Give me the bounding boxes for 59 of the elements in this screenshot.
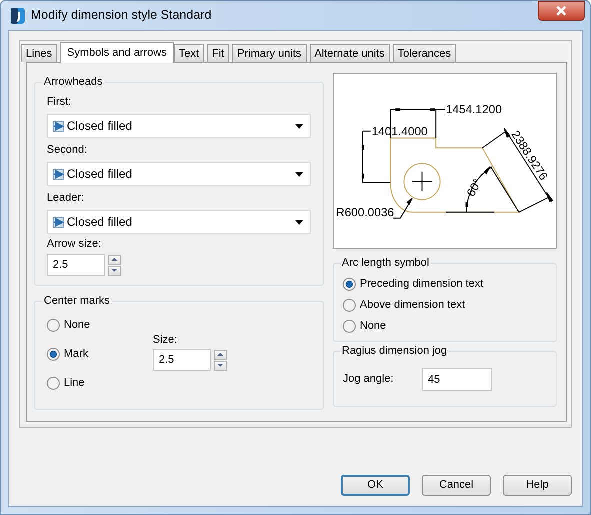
field-label: Size: — [153, 333, 178, 348]
down-arrow-icon — [216, 362, 225, 369]
arrowhead-dropdown[interactable]: Closed filled — [47, 114, 311, 138]
number-field[interactable]: 2.5 — [153, 349, 211, 371]
radio-button[interactable] — [343, 299, 356, 312]
radio-button[interactable] — [47, 377, 60, 390]
tab[interactable]: Text — [174, 44, 204, 62]
arrowhead-icon — [53, 120, 64, 132]
field-label: Second: — [47, 143, 88, 158]
radio-option[interactable]: Mark — [47, 340, 90, 369]
radio-button[interactable] — [47, 348, 60, 361]
app-icon — [10, 6, 26, 24]
tab[interactable]: Fit — [207, 44, 230, 62]
down-arrow-icon — [110, 267, 119, 274]
close-icon — [556, 6, 567, 16]
field-label: Leader: — [47, 191, 84, 206]
spin-down-button[interactable] — [214, 360, 227, 370]
arrowhead-dropdown[interactable]: Closed filled — [47, 162, 311, 186]
field-label: First: — [47, 95, 72, 110]
close-button[interactable] — [538, 1, 585, 21]
spin-up-button[interactable] — [214, 350, 227, 360]
radio-option[interactable]: Above dimension text — [343, 295, 468, 316]
spin-down-button[interactable] — [108, 266, 121, 276]
arrowhead-icon — [53, 216, 64, 228]
field-label: Jog angle: — [343, 372, 395, 388]
up-arrow-icon — [216, 351, 225, 358]
caret-icon — [295, 172, 304, 176]
radio-option[interactable]: None — [343, 316, 388, 337]
caret-icon — [295, 124, 304, 128]
caret-icon — [295, 220, 304, 224]
radio-button[interactable] — [343, 320, 356, 333]
radio-button[interactable] — [343, 278, 356, 291]
group-title: Ragius dimension jog — [341, 344, 448, 358]
dialog-button[interactable]: OK — [341, 475, 410, 496]
tab[interactable]: Lines — [21, 44, 58, 62]
dialog-button[interactable]: Cancel — [422, 475, 491, 496]
dimension-label: 1454.1200 — [446, 102, 502, 117]
radio-button[interactable] — [47, 319, 60, 332]
group-title: Arrowheads — [43, 75, 104, 89]
arrowhead-icon — [53, 168, 64, 180]
radio-option[interactable]: Preceding dimension text — [343, 274, 486, 295]
tab[interactable]: Symbols and arrows — [60, 42, 174, 63]
tab[interactable]: Alternate units — [310, 44, 390, 62]
tab[interactable]: Primary units — [232, 44, 307, 62]
jog-angle-field[interactable]: 45 — [422, 368, 492, 391]
number-field[interactable]: 2.5 — [47, 254, 105, 276]
radio-option[interactable]: Line — [47, 369, 87, 398]
dialog-button[interactable]: Help — [503, 475, 572, 496]
spin-up-button[interactable] — [108, 254, 121, 264]
dimension-label: 60° — [464, 176, 485, 199]
arrowhead-dropdown[interactable]: Closed filled — [47, 210, 311, 234]
radio-option[interactable]: None — [47, 311, 92, 340]
field-label: Arrow size: — [47, 237, 102, 252]
dimension-label: R600.0036 — [336, 205, 394, 220]
up-arrow-icon — [110, 256, 119, 263]
group-title: Arc length symbol — [341, 256, 430, 270]
window-title: Modify dimension style Standard — [31, 7, 212, 24]
tab[interactable]: Tolerances — [392, 44, 456, 62]
group-title: Center marks — [43, 294, 112, 308]
